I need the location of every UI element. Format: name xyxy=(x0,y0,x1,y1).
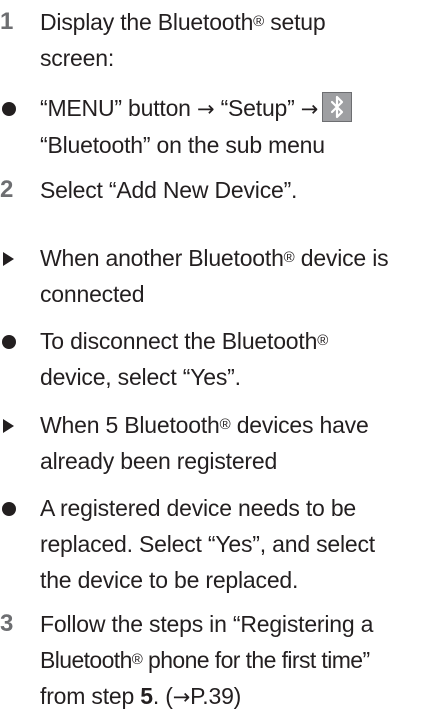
registered-mark: ® xyxy=(131,651,143,668)
registered-mark: ® xyxy=(219,416,231,433)
bullet-icon xyxy=(2,102,16,116)
arrow-right-icon: → xyxy=(300,97,319,121)
step-number: 3 xyxy=(0,610,14,637)
registered-mark: ® xyxy=(253,13,265,30)
step-3-text: Follow the steps in “Registering a Bluet… xyxy=(40,611,374,709)
bullet-icon xyxy=(2,335,16,349)
triangle-bullet-icon xyxy=(3,252,14,266)
bullet-icon xyxy=(2,502,16,516)
arrow-right-icon: → xyxy=(172,685,191,709)
bullet-replace-text: A registered device needs to be replaced… xyxy=(40,495,375,593)
step-number: 2 xyxy=(0,176,14,203)
case-another-connected-text: When another Bluetooth® device is connec… xyxy=(40,245,389,307)
registered-mark: ® xyxy=(317,332,329,349)
page-reference: P.39) xyxy=(190,683,242,709)
bullet-disconnect-text: To disconnect the Bluetooth® device, sel… xyxy=(40,328,329,390)
step-reference: 5 xyxy=(140,683,153,709)
manual-page: 1 Display the Bluetooth® setup screen: “… xyxy=(0,0,423,724)
arrow-right-icon: → xyxy=(196,97,215,121)
step-2-text: Select “Add New Device”. xyxy=(40,177,298,203)
step-1-text: Display the Bluetooth® setup screen: xyxy=(40,9,326,71)
bullet-menu-path-text: “MENU” button → “Setup” → “Bluetooth” on… xyxy=(40,90,423,163)
case-five-registered-text: When 5 Bluetooth® devices have already b… xyxy=(40,412,369,474)
triangle-bullet-icon xyxy=(3,419,14,433)
step-number: 1 xyxy=(0,8,14,35)
bluetooth-icon xyxy=(322,91,353,122)
registered-mark: ® xyxy=(283,249,295,266)
